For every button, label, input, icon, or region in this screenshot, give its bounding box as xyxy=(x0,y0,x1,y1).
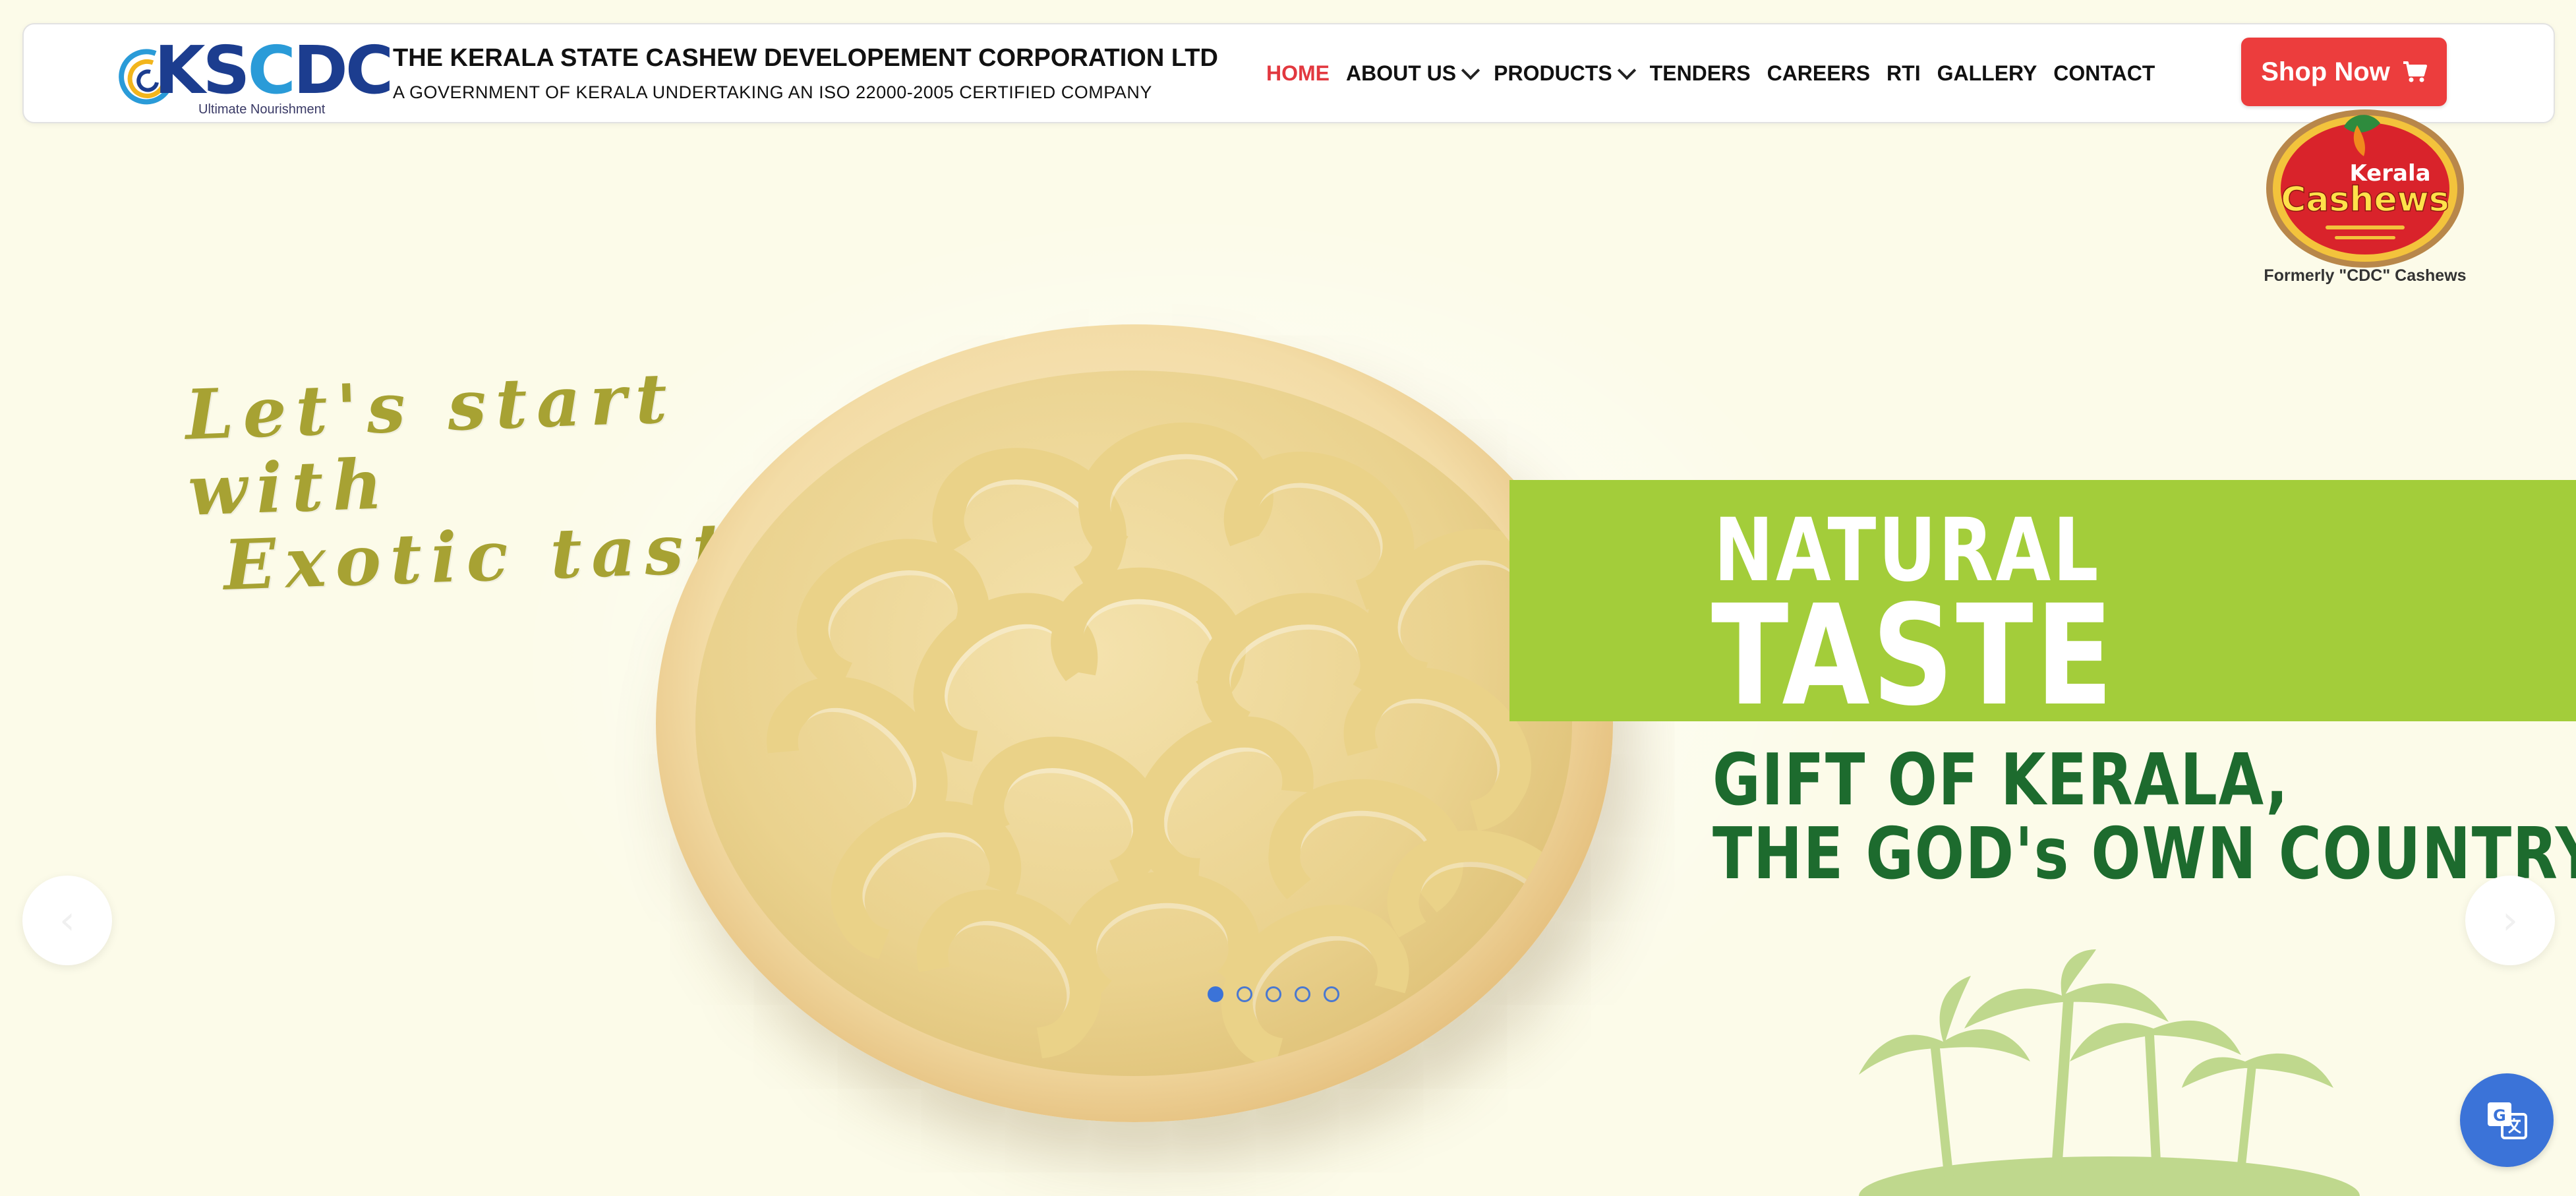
nav-home[interactable]: HOME xyxy=(1266,61,1330,86)
main-nav: HOME ABOUT US PRODUCTS TENDERS CAREERS R… xyxy=(1266,57,2171,89)
carousel-dot-1[interactable] xyxy=(1208,986,1223,1002)
gift-line-1: GIFT OF KERALA, xyxy=(1712,739,2289,822)
carousel-next-button[interactable]: › xyxy=(2465,876,2555,965)
nav-gallery[interactable]: GALLERY xyxy=(1937,61,2037,86)
carousel-dot-4[interactable] xyxy=(1295,986,1310,1002)
translate-icon: G xyxy=(2488,1102,2527,1139)
nav-about-us[interactable]: ABOUT US xyxy=(1346,61,1480,86)
cashew-pile xyxy=(695,371,1572,1076)
headline-taste: TASTE xyxy=(1711,575,2115,736)
svg-text:G: G xyxy=(2493,1106,2506,1125)
nav-rti[interactable]: RTI xyxy=(1887,61,1921,86)
cart-icon xyxy=(2403,61,2427,82)
nav-contact[interactable]: CONTACT xyxy=(2053,61,2155,86)
nav-careers-label: CAREERS xyxy=(1767,61,1871,85)
gift-of-kerala-text: GIFT OF KERALA, THE GOD's OWN COUNTRY xyxy=(1712,739,2576,895)
translate-button[interactable]: G xyxy=(2460,1073,2554,1167)
nav-gallery-label: GALLERY xyxy=(1937,61,2037,85)
arrow-left-icon: ‹ xyxy=(59,897,75,943)
site-header: KSCDC Ultimate Nourishment THE KERALA ST… xyxy=(22,23,2555,123)
badge-brand-main: Cashews xyxy=(2281,180,2449,220)
nav-contact-label: CONTACT xyxy=(2053,61,2155,85)
carousel-dot-3[interactable] xyxy=(1266,986,1281,1002)
hero-banner: Let's start with Exotic taste NATURAL TA… xyxy=(0,0,2576,1196)
chevron-down-icon xyxy=(1617,61,1636,80)
kerala-cashews-badge: Kerala Cashews xyxy=(2266,109,2464,268)
nav-about-label: ABOUT US xyxy=(1346,61,1457,85)
badge-caption: Formerly "CDC" Cashews xyxy=(2264,266,2467,285)
nav-tenders[interactable]: TENDERS xyxy=(1650,61,1751,86)
carousel-prev-button[interactable]: ‹ xyxy=(22,876,112,965)
logo-tagline: Ultimate Nourishment xyxy=(198,102,326,117)
shop-now-button[interactable]: Shop Now xyxy=(2241,38,2447,106)
logo-wordmark: KSCDC xyxy=(154,32,394,109)
carousel-dot-5[interactable] xyxy=(1324,986,1339,1002)
company-subtitle: A GOVERNMENT OF KERALA UNDERTAKING AN IS… xyxy=(393,82,1152,102)
palm-trees-illustration xyxy=(1859,949,2360,1196)
cashew-bowl-image xyxy=(656,324,1613,1122)
nav-products[interactable]: PRODUCTS xyxy=(1494,61,1636,86)
carousel-indicators xyxy=(1208,986,1339,1002)
arrow-right-icon: › xyxy=(2502,897,2518,943)
carousel-dot-2[interactable] xyxy=(1237,986,1252,1002)
nav-home-label: HOME xyxy=(1266,61,1330,85)
script-line-1: Let's start with xyxy=(184,357,678,531)
chevron-down-icon xyxy=(1461,61,1480,80)
kscdc-logo[interactable]: KSCDC Ultimate Nourishment xyxy=(116,36,394,117)
shop-now-label: Shop Now xyxy=(2261,57,2390,86)
nav-careers[interactable]: CAREERS xyxy=(1767,61,1870,86)
gift-line-2: THE GOD's OWN COUNTRY xyxy=(1712,813,2576,895)
nav-products-label: PRODUCTS xyxy=(1494,61,1612,85)
nav-rti-label: RTI xyxy=(1887,61,1921,85)
company-name: THE KERALA STATE CASHEW DEVELOPEMENT COR… xyxy=(393,44,1218,72)
nav-tenders-label: TENDERS xyxy=(1649,61,1751,85)
